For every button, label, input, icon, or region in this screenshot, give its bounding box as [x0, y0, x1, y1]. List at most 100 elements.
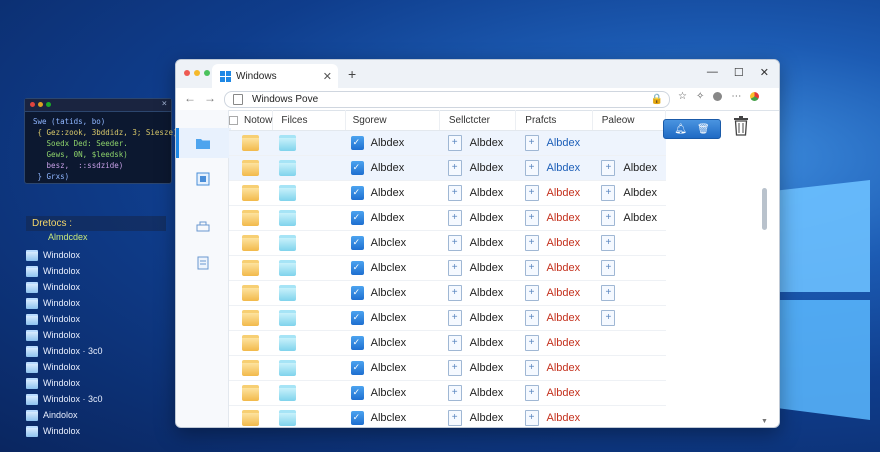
new-tab-button[interactable]: +	[348, 66, 356, 82]
cell-folder[interactable]	[271, 235, 344, 251]
cell-sgorew[interactable]: Albclex	[344, 236, 439, 250]
cell-folder[interactable]	[229, 285, 271, 301]
cell-sgorew[interactable]: Albclex	[344, 336, 439, 350]
column-header[interactable]: Filces	[273, 110, 346, 130]
cell-selector[interactable]: + Albdex	[439, 385, 516, 401]
cell-sgorew[interactable]: Albdex	[344, 136, 439, 150]
title-bar[interactable]: Windows ✕ + — ☐ ✕	[176, 60, 779, 88]
table-row[interactable]: Albclex + Albdex + Albdex +	[229, 281, 666, 306]
close-button[interactable]: ✕	[760, 66, 769, 79]
desktop-folder-item[interactable]: Windolox	[26, 359, 166, 375]
cell-selector[interactable]: + Albdex	[439, 260, 516, 276]
cell-sgorew[interactable]: Albdex	[344, 211, 439, 225]
cell-folder[interactable]	[271, 210, 344, 226]
cell-paleow[interactable]: + Albdex	[592, 185, 666, 201]
document-icon[interactable]	[195, 172, 211, 186]
cell-prafcts[interactable]: + Albdex	[516, 185, 593, 201]
cell-paleow[interactable]: +	[592, 260, 666, 276]
browser-window[interactable]: Windows ✕ + — ☐ ✕ ←→ Windows Pove 🔒 ☆ ✧ …	[175, 59, 780, 428]
desktop-folder-item[interactable]: Windolox · 3c0	[26, 391, 166, 407]
column-header[interactable]: Sgorew	[346, 110, 440, 130]
cell-folder[interactable]	[271, 260, 344, 276]
maximize-button[interactable]: ☐	[734, 66, 744, 79]
back-icon[interactable]: ←	[184, 91, 204, 105]
cell-folder[interactable]	[229, 335, 271, 351]
cell-paleow[interactable]: +	[592, 235, 666, 251]
cell-sgorew[interactable]: Albclex	[344, 311, 439, 325]
cell-folder[interactable]	[271, 310, 344, 326]
browser-tab[interactable]: Windows ✕	[212, 64, 338, 88]
cell-folder[interactable]	[229, 260, 271, 276]
scroll-down-icon[interactable]: ▼	[761, 418, 768, 425]
table-row[interactable]: Albclex + Albdex + Albdex	[229, 406, 666, 427]
chrome-icon[interactable]	[750, 92, 760, 101]
cell-prafcts[interactable]: + Albdex	[516, 235, 593, 251]
terminal-window[interactable]: × Swe (tatids, bo) { Gez:zook, 3bddidz, …	[24, 98, 178, 184]
cell-sgorew[interactable]: Albclex	[344, 361, 439, 375]
desktop-folder-item[interactable]: Windolox · 3c0	[26, 343, 166, 359]
cell-folder[interactable]	[271, 285, 344, 301]
cell-prafcts[interactable]: + Albdex	[516, 160, 593, 176]
table-row[interactable]: Albdex + Albdex + Albdex	[229, 131, 666, 156]
cell-selector[interactable]: + Albdex	[439, 410, 516, 426]
list-icon[interactable]	[195, 256, 211, 270]
cell-prafcts[interactable]: + Albdex	[516, 310, 593, 326]
column-header[interactable]: Sellctcter	[440, 110, 517, 130]
action-button[interactable]: 🔔︎ 🗑︎	[663, 119, 721, 139]
cell-sgorew[interactable]: Albdex	[344, 161, 439, 175]
forward-icon[interactable]: →	[204, 91, 224, 105]
cell-selector[interactable]: + Albdex	[439, 360, 516, 376]
table-row[interactable]: Albclex + Albdex + Albdex +	[229, 256, 666, 281]
cell-prafcts[interactable]: + Albdex	[516, 285, 593, 301]
column-header[interactable]: Paleow	[593, 110, 667, 130]
desktop-folder-item[interactable]: Windolox	[26, 423, 166, 439]
cell-folder[interactable]	[271, 360, 344, 376]
desktop-folder-item[interactable]: Windolox	[26, 295, 166, 311]
cell-selector[interactable]: + Albdex	[439, 310, 516, 326]
close-dot[interactable]	[30, 102, 35, 107]
cell-folder[interactable]	[271, 385, 344, 401]
cell-prafcts[interactable]: + Albdex	[516, 360, 593, 376]
tab-close-icon[interactable]: ✕	[323, 70, 332, 83]
cell-prafcts[interactable]: + Albdex	[516, 135, 593, 151]
cell-selector[interactable]: + Albdex	[439, 160, 516, 176]
cell-prafcts[interactable]: + Albdex	[516, 385, 593, 401]
cell-paleow[interactable]: +	[592, 285, 666, 301]
cell-folder[interactable]	[229, 135, 271, 151]
cell-folder[interactable]	[229, 210, 271, 226]
cell-sgorew[interactable]: Albclex	[344, 261, 439, 275]
zoom-dot[interactable]	[46, 102, 51, 107]
folder-icon[interactable]	[195, 136, 211, 150]
cell-folder[interactable]	[271, 335, 344, 351]
cell-paleow[interactable]: + Albdex	[592, 210, 666, 226]
profile-avatar[interactable]	[713, 92, 723, 101]
table-row[interactable]: Albdex + Albdex + Albdex + Albdex	[229, 156, 666, 181]
desktop-folder-item[interactable]: Windolox	[26, 247, 166, 263]
table-row[interactable]: Albclex + Albdex + Albdex	[229, 356, 666, 381]
table-row[interactable]: Albdex + Albdex + Albdex + Albdex	[229, 206, 666, 231]
cell-folder[interactable]	[271, 135, 344, 151]
terminal-titlebar[interactable]: ×	[25, 99, 171, 112]
zoom-dot[interactable]	[204, 70, 210, 76]
cell-folder[interactable]	[229, 410, 271, 426]
cell-sgorew[interactable]: Albclex	[344, 286, 439, 300]
cell-selector[interactable]: + Albdex	[439, 210, 516, 226]
scrollbar[interactable]: ▼	[761, 188, 769, 425]
cell-folder[interactable]	[271, 185, 344, 201]
table-row[interactable]: Albclex + Albdex + Albdex	[229, 381, 666, 406]
cell-selector[interactable]: + Albdex	[439, 135, 516, 151]
printer-icon[interactable]	[195, 220, 211, 234]
cell-folder[interactable]	[229, 385, 271, 401]
address-bar[interactable]: Windows Pove 🔒	[224, 91, 670, 108]
address-text[interactable]: Windows Pove	[252, 94, 318, 105]
minimize-dot[interactable]	[38, 102, 43, 107]
desktop-folder-item[interactable]: Aindolox	[26, 407, 166, 423]
desktop-folder-item[interactable]: Windolox	[26, 263, 166, 279]
cell-paleow[interactable]: +	[592, 310, 666, 326]
cell-folder[interactable]	[229, 310, 271, 326]
minimize-dot[interactable]	[194, 70, 200, 76]
trash-icon[interactable]	[733, 116, 749, 136]
more-icon[interactable]: ⋯	[731, 91, 741, 102]
scrollbar-thumb[interactable]	[762, 188, 767, 230]
cell-sgorew[interactable]: Albclex	[344, 386, 439, 400]
